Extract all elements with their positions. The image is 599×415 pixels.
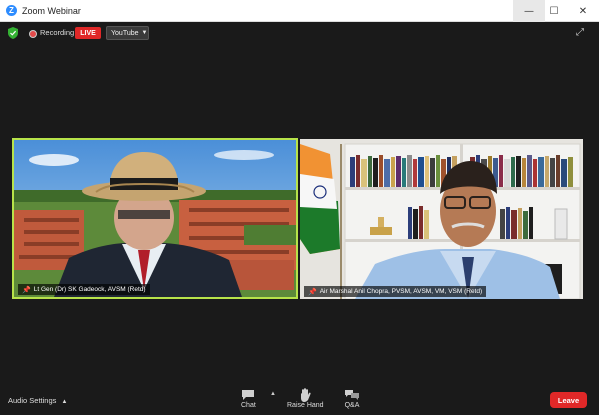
qa-icon	[344, 388, 360, 402]
chat-label: Chat	[241, 402, 256, 409]
recording-icon	[29, 30, 37, 38]
youtube-stream-label: YouTube	[111, 29, 139, 37]
close-button[interactable]: ✕	[567, 0, 599, 22]
audio-settings-label: Audio Settings	[8, 396, 57, 405]
recording-label: Recording	[40, 28, 75, 37]
zoom-webinar-window: Z Zoom Webinar — ☐ ✕ Recording LIVE YouT…	[0, 0, 599, 415]
maximize-button[interactable]: ☐	[538, 0, 570, 22]
leave-button[interactable]: Leave	[550, 392, 587, 408]
pin-icon: 📌	[308, 288, 317, 296]
participant-name: Lt Gen (Dr) SK Gadeock, AVSM (Retd)	[33, 286, 146, 293]
participant-name-tag: 📌 Air Marshal Anil Chopra, PVSM, AVSM, V…	[304, 286, 487, 297]
chevron-down-icon: ▼	[141, 30, 148, 36]
video-feed-2	[300, 139, 583, 299]
fullscreen-icon[interactable]: ⤢	[576, 27, 588, 39]
raise-hand-icon	[299, 388, 311, 402]
participant-name-tag: 📌 Lt Gen (Dr) SK Gadeock, AVSM (Retd)	[18, 284, 150, 295]
security-shield-icon[interactable]	[8, 27, 18, 39]
raise-hand-label: Raise Hand	[287, 402, 324, 409]
live-badge: LIVE	[75, 27, 101, 39]
youtube-stream-dropdown[interactable]: YouTube ▼	[106, 26, 149, 40]
video-feed-1	[14, 140, 296, 297]
zoom-logo-icon: Z	[6, 5, 17, 16]
video-tile-speaker-2[interactable]: 📌 Air Marshal Anil Chopra, PVSM, AVSM, V…	[300, 139, 583, 299]
video-tile-speaker-1[interactable]: 📌 Lt Gen (Dr) SK Gadeock, AVSM (Retd)	[12, 138, 298, 299]
pin-icon: 📌	[22, 286, 31, 294]
chevron-up-icon: ▲	[61, 399, 68, 405]
audio-settings-button[interactable]: Audio Settings ▲	[8, 396, 67, 405]
participant-name: Air Marshal Anil Chopra, PVSM, AVSM, VM,…	[319, 288, 483, 295]
qa-label: Q&A	[344, 402, 360, 409]
chat-button[interactable]: Chat	[241, 388, 256, 409]
qa-button[interactable]: Q&A	[344, 388, 360, 409]
chevron-up-icon[interactable]: ▲	[270, 391, 276, 397]
title-bar: Z Zoom Webinar	[0, 0, 599, 22]
window-title: Zoom Webinar	[22, 5, 81, 16]
raise-hand-button[interactable]: Raise Hand	[287, 388, 324, 409]
chat-icon	[241, 388, 255, 402]
